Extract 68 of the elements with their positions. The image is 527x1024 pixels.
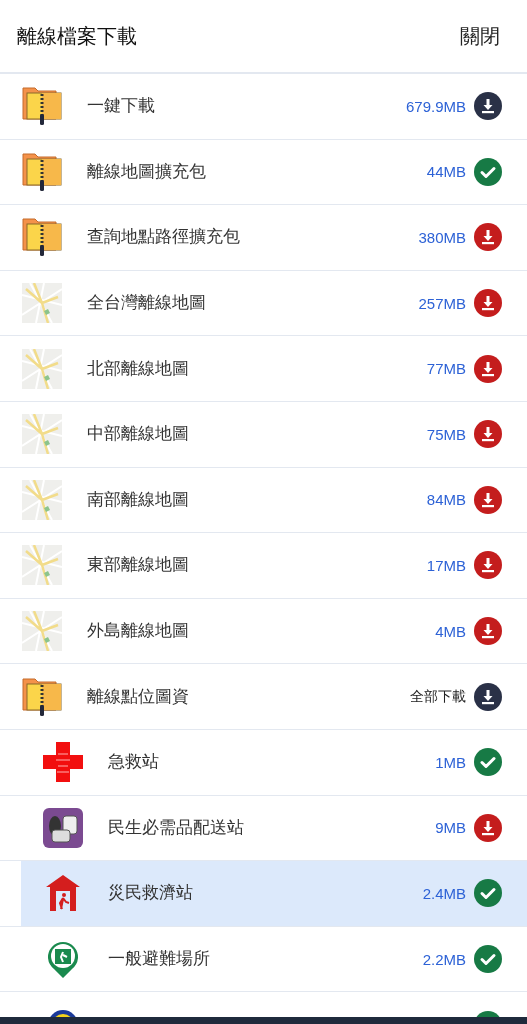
- first-aid-cross-icon: [43, 742, 83, 783]
- list-item[interactable]: 一般避難場所 2.2MB: [21, 926, 527, 992]
- list-item[interactable]: 中部離線地圖 75MB: [0, 401, 527, 467]
- item-name: 外島離線地圖: [87, 620, 189, 643]
- list-item[interactable]: 離線地圖擴充包 44MB: [0, 139, 527, 205]
- shelter-pin-icon: [47, 940, 79, 978]
- file-size: 380MB: [418, 229, 466, 246]
- item-name: 急救站: [108, 751, 159, 774]
- file-size: 679.9MB: [405, 97, 466, 115]
- supplies-icon: [43, 807, 83, 848]
- check-circle-icon[interactable]: [474, 157, 502, 186]
- check-circle-icon[interactable]: [474, 748, 502, 777]
- file-size: 84MB: [426, 491, 466, 509]
- file-size: 4MB: [435, 622, 466, 640]
- file-size: 17MB: [426, 556, 466, 574]
- item-name: 南部離線地圖: [87, 488, 189, 511]
- check-circle-icon[interactable]: [474, 945, 502, 973]
- download-circle-icon[interactable]: [474, 551, 502, 580]
- item-name: 一鍵下載: [87, 95, 155, 118]
- check-circle-icon[interactable]: [474, 879, 502, 908]
- file-size: 75MB: [426, 425, 466, 443]
- list-item[interactable]: 全台灣離線地圖 257MB: [0, 270, 527, 336]
- file-size: 9MB: [435, 819, 466, 837]
- download-circle-icon[interactable]: [474, 420, 502, 449]
- map-thumbnail-icon: [22, 348, 62, 389]
- list-item[interactable]: 南部離線地圖 84MB: [0, 467, 527, 533]
- list-item[interactable]: 北部離線地圖 77MB: [0, 336, 527, 401]
- download-circle-icon[interactable]: [474, 682, 502, 711]
- list-item[interactable]: 查詢地點路徑擴充包 380MB: [0, 205, 527, 270]
- download-circle-icon[interactable]: [474, 617, 502, 646]
- list-item[interactable]: 外島離線地圖 4MB: [0, 598, 527, 664]
- map-thumbnail-icon: [22, 611, 62, 652]
- file-size: 77MB: [426, 360, 466, 378]
- map-thumbnail-icon: [22, 479, 62, 520]
- item-name: 民生必需品配送站: [108, 816, 244, 839]
- item-name: 一般避難場所: [108, 948, 210, 970]
- file-size: 257MB: [418, 294, 466, 312]
- download-circle-icon[interactable]: [474, 223, 502, 252]
- list-item[interactable]: 災民救濟站 2.4MB: [21, 861, 527, 926]
- file-size: 2.4MB: [422, 884, 466, 902]
- item-name: 災民救濟站: [108, 882, 193, 905]
- map-thumbnail-icon: [22, 545, 62, 586]
- item-name: 離線點位圖資: [87, 685, 189, 708]
- close-button[interactable]: 關閉: [460, 22, 500, 50]
- map-thumbnail-icon: [22, 283, 62, 324]
- list-item[interactable]: 離線點位圖資 全部下載: [0, 664, 527, 729]
- list-item[interactable]: 一鍵下載 679.9MB: [0, 74, 527, 139]
- item-name: 查詢地點路徑擴充包: [87, 226, 240, 249]
- file-size: 44MB: [426, 163, 466, 181]
- file-size: 2.2MB: [422, 950, 466, 968]
- list-item[interactable]: 東部離線地圖 17MB: [0, 533, 527, 598]
- item-name: 東部離線地圖: [87, 554, 189, 577]
- item-name: 離線地圖擴充包: [87, 160, 206, 183]
- list-item[interactable]: 急救站 1MB: [21, 729, 527, 795]
- item-name: 全台灣離線地圖: [87, 292, 206, 315]
- page-title: 離線檔案下載: [17, 22, 138, 50]
- item-name: 北部離線地圖: [87, 357, 189, 380]
- download-circle-icon[interactable]: [474, 485, 502, 514]
- item-name: 中部離線地圖: [87, 423, 189, 446]
- download-circle-icon[interactable]: [474, 289, 502, 318]
- map-thumbnail-icon: [22, 414, 62, 455]
- download-circle-icon[interactable]: [474, 354, 502, 383]
- download-circle-icon[interactable]: [474, 92, 502, 121]
- list-item[interactable]: 民生必需品配送站 9MB: [21, 795, 527, 861]
- shelter-house-icon: [46, 875, 80, 912]
- file-size: 全部下載: [410, 687, 466, 706]
- download-circle-icon[interactable]: [474, 813, 502, 842]
- file-size: 1MB: [435, 753, 466, 771]
